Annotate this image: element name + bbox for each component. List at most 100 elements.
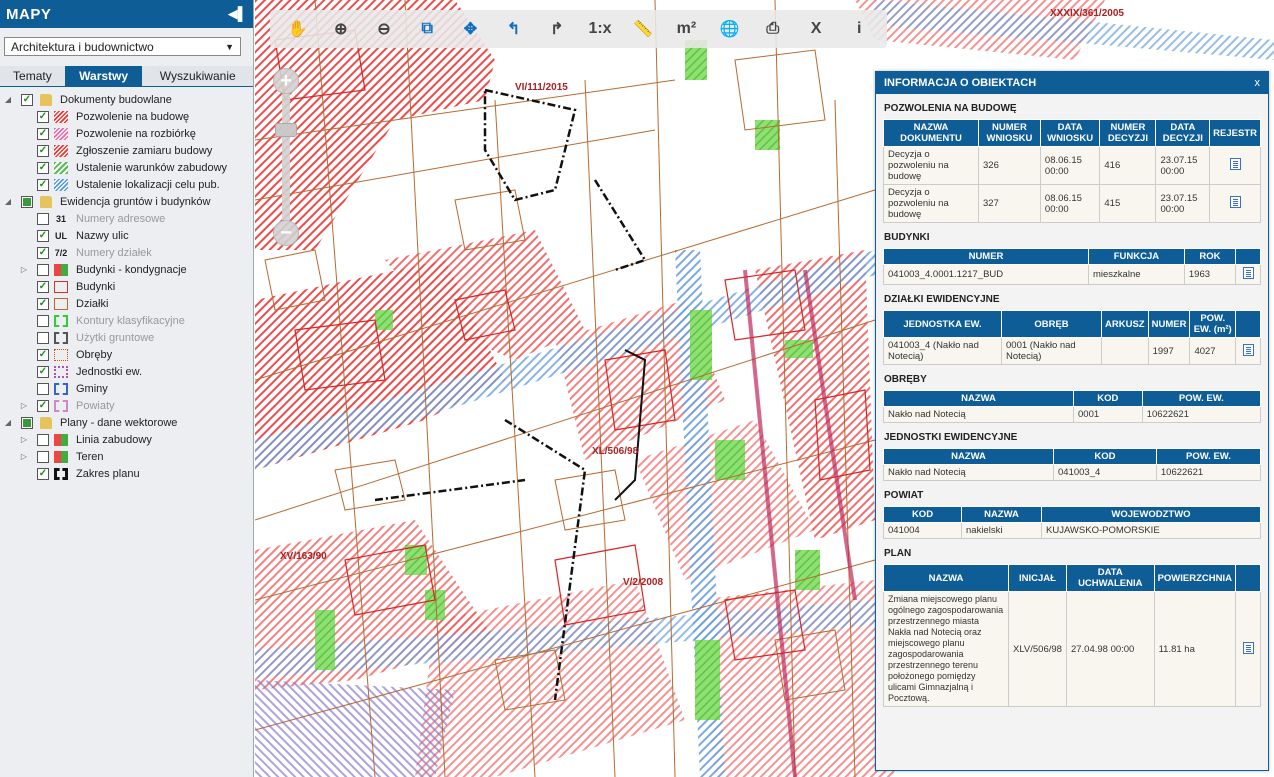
layer-checkbox[interactable]: ✓	[37, 348, 49, 361]
tab-warstwy[interactable]: Warstwy	[64, 66, 143, 87]
section-title: JEDNOSTKI EWIDENCYJNE	[884, 432, 1018, 443]
info-panel-close-button[interactable]: x	[1255, 77, 1261, 89]
collapse-sidebar-icon[interactable]: ◀▌	[228, 6, 247, 22]
layer-checkbox[interactable]: ✓	[37, 110, 49, 123]
layer-group[interactable]: ◢ Ewidencja gruntów i budynków	[0, 193, 253, 210]
layer-checkbox[interactable]	[21, 416, 33, 429]
table-cell: 23.07.15 00:00	[1155, 184, 1211, 223]
layer-item[interactable]: ✓ Zakres planu	[0, 465, 253, 482]
app-title: MAPY	[6, 5, 52, 23]
expand-closed-icon[interactable]: ▷	[20, 401, 28, 410]
document-icon[interactable]	[1242, 343, 1254, 356]
column-header: POW. EW.	[1141, 390, 1262, 407]
layer-item[interactable]: ✓ Ustalenie lokalizacji celu pub.	[0, 176, 253, 193]
column-header: KOD	[883, 506, 962, 523]
layer-checkbox[interactable]: ✓	[37, 297, 49, 310]
section-title: DZIAŁKI EWIDENCYJNE	[884, 294, 1000, 305]
zoom-in-button[interactable]: +	[273, 68, 299, 94]
layer-checkbox[interactable]	[37, 263, 49, 276]
layer-item[interactable]: ✓ 7/2 Numery działek	[0, 244, 253, 261]
layer-item[interactable]: ✓ Ustalenie warunków zabudowy	[0, 159, 253, 176]
layer-label: Dokumenty budowlane	[60, 93, 172, 106]
expand-closed-icon[interactable]: ▷	[20, 265, 28, 274]
layer-checkbox[interactable]: ✓	[37, 229, 49, 242]
zoom-slider-handle[interactable]	[275, 123, 297, 137]
layer-item[interactable]: ▷ Teren	[0, 448, 253, 465]
info-panel-title: INFORMACJA O OBIEKTACH	[884, 77, 1037, 89]
table-cell: nakielski	[961, 522, 1042, 539]
column-header: DATA DECYZJI	[1155, 119, 1211, 147]
layer-checkbox[interactable]: ✓	[37, 467, 49, 480]
document-icon[interactable]	[1229, 158, 1241, 170]
globe-search-icon[interactable]: 🌐	[714, 19, 746, 39]
expand-closed-icon[interactable]: ▷	[20, 452, 28, 461]
layer-checkbox[interactable]: ✓	[37, 246, 49, 259]
tab-wyszukiwanie[interactable]: Wyszukiwanie	[142, 66, 253, 87]
info-panel-body[interactable]: POZWOLENIA NA BUDOWĘ NAZWA DOKUMENTU NUM…	[876, 94, 1268, 770]
measure-area-label[interactable]: m²	[670, 20, 702, 38]
print-icon[interactable]: ⎙	[757, 20, 789, 38]
layer-item[interactable]: ✓ Obręby	[0, 346, 253, 363]
layer-item[interactable]: ▷ Budynki - kondygnacje	[0, 261, 253, 278]
section-title: PLAN	[884, 548, 912, 559]
layer-checkbox[interactable]	[37, 382, 49, 395]
layer-item[interactable]: ✓ Jednostki ew.	[0, 363, 253, 380]
document-icon[interactable]	[1242, 267, 1254, 279]
layer-checkbox[interactable]	[37, 450, 49, 463]
zoom-box-icon[interactable]: ⧉	[411, 20, 443, 38]
layer-item[interactable]: ✓ Pozwolenie na rozbiórkę	[0, 125, 253, 142]
move-icon[interactable]: ✥	[454, 19, 486, 39]
expand-open-icon[interactable]: ◢	[4, 418, 12, 427]
sidebar-tabs: Tematy Warstwy Wyszukiwanie	[0, 66, 253, 87]
layer-item[interactable]: 31 Numery adresowe	[0, 210, 253, 227]
layer-checkbox[interactable]: ✓	[37, 365, 49, 378]
layer-item[interactable]: ▷ ✓ Powiaty	[0, 397, 253, 414]
redo-icon[interactable]: ↱	[541, 19, 573, 39]
layer-checkbox[interactable]	[37, 212, 49, 225]
layer-checkbox[interactable]: ✓	[37, 178, 49, 191]
document-icon[interactable]	[1242, 641, 1254, 654]
tab-tematy[interactable]: Tematy	[0, 66, 65, 87]
layer-checkbox[interactable]	[37, 331, 49, 344]
zoom-out-button[interactable]: −	[273, 220, 299, 246]
layer-group[interactable]: ◢ Plany - dane wektorowe	[0, 414, 253, 431]
layer-checkbox[interactable]	[21, 195, 33, 208]
expand-closed-icon[interactable]: ▷	[20, 435, 28, 444]
layer-label: Plany - dane wektorowe	[60, 416, 178, 429]
layer-item[interactable]: Użytki gruntowe	[0, 329, 253, 346]
layer-symbol-icon	[54, 382, 68, 395]
scale-label[interactable]: 1:x	[584, 20, 616, 38]
layer-checkbox[interactable]	[37, 314, 49, 327]
table-cell: 4027	[1189, 337, 1236, 365]
expand-open-icon[interactable]: ◢	[4, 95, 12, 104]
layer-item[interactable]: ✓ Budynki	[0, 278, 253, 295]
close-x-icon[interactable]: X	[800, 20, 832, 38]
layer-item[interactable]: ▷ Linia zabudowy	[0, 431, 253, 448]
pan-icon[interactable]: ✋	[282, 19, 314, 39]
layer-checkbox[interactable]	[37, 433, 49, 446]
layer-item[interactable]: ✓ Działki	[0, 295, 253, 312]
info-icon[interactable]: i	[843, 20, 875, 38]
layer-symbol-icon: 31	[55, 213, 66, 224]
zoom-out-icon[interactable]: ⊖	[368, 19, 400, 39]
layer-item[interactable]: ✓ UL Nazwy ulic	[0, 227, 253, 244]
sidebar-header: MAPY ◀▌	[0, 0, 253, 28]
layer-checkbox[interactable]: ✓	[37, 161, 49, 174]
layer-group[interactable]: ◢ ✓ Dokumenty budowlane	[0, 91, 253, 108]
layer-checkbox[interactable]: ✓	[37, 399, 49, 412]
zoom-slider-track[interactable]	[282, 94, 290, 220]
expand-open-icon[interactable]: ◢	[4, 197, 12, 206]
layer-checkbox[interactable]: ✓	[37, 127, 49, 140]
layer-item[interactable]: Gminy	[0, 380, 253, 397]
zoom-in-icon[interactable]: ⊕	[325, 19, 357, 39]
layer-item[interactable]: ✓ Zgłoszenie zamiaru budowy	[0, 142, 253, 159]
layer-checkbox[interactable]: ✓	[37, 280, 49, 293]
layer-checkbox[interactable]: ✓	[37, 144, 49, 157]
layer-item[interactable]: ✓ Pozwolenie na budowę	[0, 108, 253, 125]
layer-item[interactable]: Kontury klasyfikacyjne	[0, 312, 253, 329]
document-icon[interactable]	[1229, 196, 1241, 208]
measure-length-icon[interactable]: 📏	[627, 19, 659, 39]
undo-icon[interactable]: ↰	[498, 19, 530, 39]
category-select[interactable]: Architektura i budownictwo ▼	[4, 37, 241, 56]
layer-checkbox[interactable]: ✓	[21, 93, 33, 106]
